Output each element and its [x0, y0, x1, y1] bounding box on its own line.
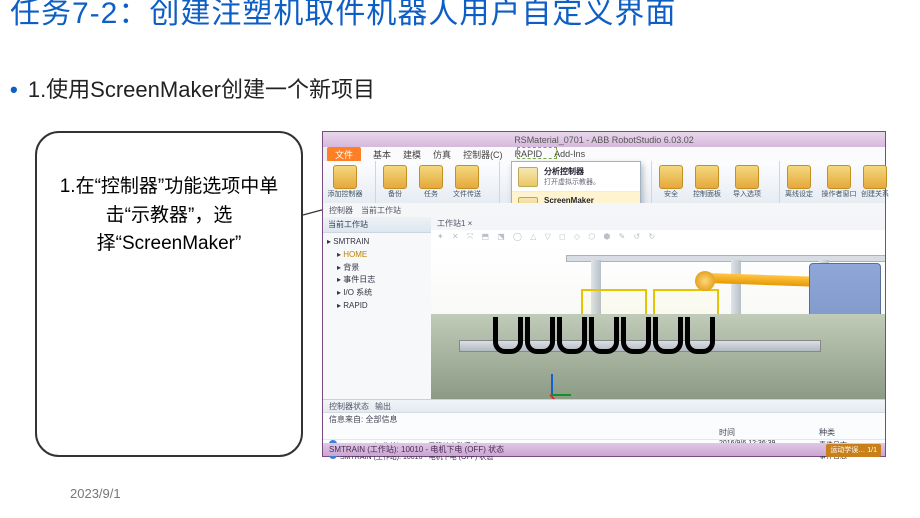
status-warning-tag[interactable]: 运动学误… 1/1: [826, 444, 881, 457]
tab-addins[interactable]: Add-Ins: [554, 149, 585, 159]
task-icon[interactable]: [419, 165, 443, 189]
ribbon-tabs: 文件 基本 建模 仿真 控制器(C) RAPID Add-Ins: [327, 147, 885, 161]
tree-io[interactable]: ▸ I/O 系统: [337, 287, 427, 300]
axis-triad-icon: [551, 364, 581, 394]
virtual-tp-icon: [518, 167, 538, 187]
tab-basic[interactable]: 基本: [373, 148, 391, 161]
safety-icon[interactable]: [659, 165, 683, 189]
robotstudio-screenshot: RSMaterial_0701 - ABB RobotStudio 6.03.0…: [322, 131, 886, 457]
view-tab[interactable]: 工作站1 ×: [431, 217, 885, 231]
operator-window-label: 操作者窗口: [819, 189, 859, 199]
slide-bullet: • 1.使用ScreenMaker创建一个新项目: [10, 72, 375, 104]
view-3d[interactable]: [431, 243, 885, 400]
teach-pendant-highlight: [517, 147, 557, 159]
file-tab[interactable]: 文件: [327, 147, 361, 162]
robot-arm: [705, 273, 825, 287]
msg-col-time: 时间: [719, 427, 819, 438]
dropdown-item-virtual[interactable]: 分析控制器 打开虚拟示教器。: [512, 162, 640, 191]
msg-filter[interactable]: 信息来自: 全部信息: [323, 413, 885, 426]
part-clamp: [589, 317, 619, 354]
import-options-label: 导入选项: [727, 189, 767, 199]
status-text: SMTRAIN (工作站): 10010 - 电机下电 (OFF) 状态: [329, 445, 504, 454]
annotation-text: 1.在“控制器”功能选项中单击“示教器”，选择“ScreenMaker”: [60, 176, 279, 254]
msg-col-type: 种类: [819, 427, 879, 438]
create-relation-icon[interactable]: [863, 165, 887, 189]
rail-post: [731, 260, 741, 320]
tree-rapid[interactable]: ▸ RAPID: [337, 300, 427, 313]
slide-title: 任务7-2：创建注塑机取件机器人用户自定义界面: [10, 0, 676, 32]
msg-tab-output[interactable]: 输出: [375, 401, 391, 412]
tree-bg[interactable]: ▸ 背景: [337, 262, 427, 275]
part-clamp: [557, 317, 587, 354]
msg-tab-status[interactable]: 控制器状态: [329, 401, 369, 412]
tab-simulation[interactable]: 仿真: [433, 148, 451, 161]
annotation-box: 1.在“控制器”功能选项中单击“示教器”，选择“ScreenMaker”: [35, 131, 303, 457]
tree-home[interactable]: ▸ HOME: [337, 249, 427, 262]
bullet-text: 1.使用ScreenMaker创建一个新项目: [28, 77, 375, 102]
part-clamp: [621, 317, 651, 354]
task-label: 任务: [411, 189, 451, 199]
bullet-dot-icon: •: [10, 77, 18, 102]
view-toolbar: ✦ ✕ ⤧ ⬒ ⬔ ◯ △ ▽ ◻ ◇ ⬡ ⬢ ✎ ↺ ↻: [431, 230, 885, 244]
part-clamp: [493, 317, 523, 354]
message-panel: 控制器状态 输出 信息来自: 全部信息 时间 种类 SMTRAIN (工作站):…: [323, 399, 885, 443]
tab-modeling[interactable]: 建模: [403, 148, 421, 161]
tree-panel-header: 当前工作站: [323, 217, 431, 233]
file-transfer-label: 文件传送: [447, 189, 487, 199]
overhead-rail: [566, 255, 885, 262]
backup-icon[interactable]: [383, 165, 407, 189]
tree-evtlog[interactable]: ▸ 事件日志: [337, 274, 427, 287]
file-transfer-icon[interactable]: [455, 165, 479, 189]
offline-settings-label: 离线设定: [779, 189, 819, 199]
tab-controller[interactable]: 控制器(C): [463, 148, 503, 161]
msg-columns: 时间 种类: [323, 426, 885, 440]
status-bar: SMTRAIN (工作站): 10010 - 电机下电 (OFF) 状态 运动学…: [323, 443, 885, 456]
msg-col-info: [329, 427, 719, 438]
part-clamp: [685, 317, 715, 354]
app-titlebar: RSMaterial_0701 - ABB RobotStudio 6.03.0…: [323, 132, 885, 147]
add-controller-label: 添加控制器: [325, 189, 365, 199]
dropdown-item-virtual-title: 分析控制器: [544, 166, 600, 177]
import-options-icon[interactable]: [735, 165, 759, 189]
dropdown-item-virtual-sub: 打开虚拟示教器。: [544, 177, 600, 187]
part-clamp: [525, 317, 555, 354]
add-controller-icon[interactable]: [333, 165, 357, 189]
control-panel-icon[interactable]: [695, 165, 719, 189]
operator-window-icon[interactable]: [827, 165, 851, 189]
backup-label: 备份: [375, 189, 415, 199]
footer-date: 2023/9/1: [70, 486, 121, 501]
tree-station[interactable]: ▸ SMTRAIN: [327, 236, 427, 249]
robot-joint: [695, 271, 715, 291]
safety-label: 安全: [651, 189, 691, 199]
control-panel-label: 控制面板: [687, 189, 727, 199]
subtab-controller[interactable]: 控制器: [329, 205, 353, 216]
subtab-station[interactable]: 当前工作站: [361, 205, 401, 216]
sub-tabs: 控制器 当前工作站: [323, 203, 885, 218]
controller-tree: ▸ SMTRAIN ▸ HOME ▸ 背景 ▸ 事件日志 ▸ I/O 系统 ▸ …: [323, 233, 431, 316]
controller-tree-panel: 当前工作站 ▸ SMTRAIN ▸ HOME ▸ 背景 ▸ 事件日志 ▸ I/O…: [323, 217, 432, 400]
create-relation-label: 创建关系: [855, 189, 895, 199]
part-clamp: [653, 317, 683, 354]
offline-settings-icon[interactable]: [787, 165, 811, 189]
